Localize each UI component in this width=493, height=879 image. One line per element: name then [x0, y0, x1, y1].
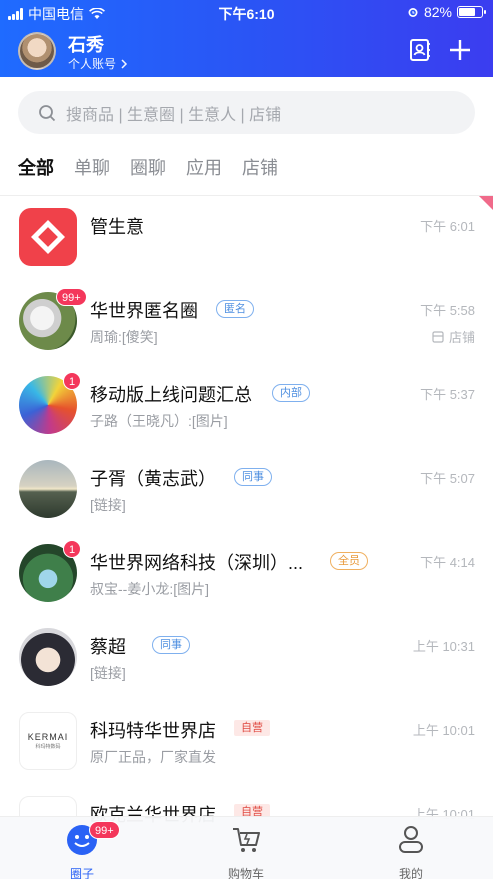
- search-bar[interactable]: 搜商品 | 生意圈 | 生意人 | 店铺: [18, 91, 475, 134]
- store-logo-subtext: 科玛特数码: [35, 744, 61, 750]
- alarm-icon: [408, 8, 418, 17]
- tab-all[interactable]: 全部: [18, 154, 54, 180]
- tab-label: 我的: [398, 867, 423, 879]
- tab-stores[interactable]: 店铺: [242, 154, 278, 180]
- item-time: 下午 5:58: [420, 303, 475, 318]
- item-time: 下午 4:14: [420, 555, 475, 570]
- list-item[interactable]: 子胥（黄志武） 同事 [链接] 下午 5:07: [0, 448, 493, 532]
- bottom-tab-bar: 99+ 圈子 购物车 我的: [0, 816, 493, 879]
- unread-badge: 1: [63, 372, 82, 390]
- tab-cart[interactable]: 购物车: [206, 823, 286, 879]
- item-time: 下午 5:37: [420, 387, 475, 402]
- user-avatar[interactable]: [18, 32, 56, 70]
- item-title: 科玛特华世界店: [90, 721, 216, 741]
- item-tag: 内部: [272, 384, 310, 402]
- status-bar: 中国电信 下午6:10 82%: [0, 0, 493, 24]
- list-item[interactable]: 管生意 下午 6:01: [0, 196, 493, 280]
- unread-badge: 99+: [56, 288, 87, 306]
- item-time: 上午 10:01: [412, 723, 475, 738]
- store-logo: KERMAI 科玛特数码: [19, 712, 77, 770]
- item-title: 蔡超: [90, 637, 126, 657]
- tab-me[interactable]: 我的: [371, 823, 451, 879]
- list-item[interactable]: 蔡超 同事 [链接] 上午 10:31: [0, 616, 493, 700]
- item-tag: 匿名: [216, 300, 254, 318]
- store-icon: [432, 330, 444, 343]
- search-placeholder: 搜商品 | 生意圈 | 生意人 | 店铺: [66, 106, 282, 124]
- tab-label: 购物车: [227, 867, 264, 879]
- account-label: 个人账号: [68, 57, 117, 71]
- list-item[interactable]: 1 华世界网络科技（深圳）... 全员 叔宝--姜小龙:[图片] 下午 4:14: [0, 532, 493, 616]
- contact-avatar: [19, 628, 77, 686]
- store-label: 店铺: [448, 330, 475, 345]
- contact-avatar: [19, 460, 77, 518]
- item-title: 华世界网络科技（深圳）...: [90, 553, 304, 573]
- item-time: 下午 5:07: [420, 471, 475, 486]
- item-preview: [链接]: [90, 665, 126, 681]
- cart-icon: [233, 828, 260, 852]
- item-preview: 原厂正品，厂家直发: [90, 749, 216, 765]
- user-name[interactable]: 石秀: [68, 31, 104, 57]
- list-item[interactable]: 1 移动版上线问题汇总 内部 子路（王晓凡）:[图片] 下午 5:37: [0, 364, 493, 448]
- search-icon: [39, 104, 56, 121]
- item-time: 上午 10:31: [412, 639, 475, 654]
- item-title: 管生意: [90, 217, 144, 237]
- item-preview: 子路（王晓凡）:[图片]: [90, 413, 228, 429]
- item-title: 华世界匿名圈: [90, 301, 198, 321]
- list-item[interactable]: 99+ 华世界匿名圈 匿名 周瑜:[傻笑] 下午 5:58 店铺: [0, 280, 493, 364]
- battery-percent: 82%: [423, 4, 452, 20]
- list-item[interactable]: KERMAI 科玛特数码 科玛特华世界店 自营 原厂正品，厂家直发 上午 10:…: [0, 700, 493, 784]
- item-tag: 全员: [330, 552, 368, 570]
- item-preview: [链接]: [90, 497, 126, 513]
- tab-circle[interactable]: 99+ 圈子: [42, 821, 122, 879]
- item-title: 子胥（黄志武）: [90, 469, 216, 489]
- tab-group-chat[interactable]: 圈聊: [130, 154, 166, 180]
- tab-single-chat[interactable]: 单聊: [74, 154, 110, 180]
- battery-fill: [459, 8, 476, 16]
- item-preview: 周瑜:[傻笑]: [90, 329, 158, 345]
- tab-label: 圈子: [69, 867, 94, 879]
- plus-icon[interactable]: [448, 38, 472, 62]
- profile-icon: [399, 826, 423, 853]
- chevron-right-icon: [121, 58, 128, 69]
- tab-apps[interactable]: 应用: [186, 154, 222, 180]
- guan-shengyi-app-icon: [19, 208, 77, 266]
- item-title: 移动版上线问题汇总: [90, 385, 252, 405]
- store-logo-text: KERMAI: [27, 732, 69, 742]
- store-link[interactable]: 店铺: [432, 327, 475, 346]
- app-header: 中国电信 下午6:10 82% 石秀 个人账号: [0, 0, 493, 77]
- contacts-icon[interactable]: [408, 38, 432, 62]
- tab-badge: 99+: [89, 821, 120, 839]
- item-tag: 同事: [234, 468, 272, 486]
- filter-tabs: 全部 单聊 圈聊 应用 店铺: [18, 154, 278, 180]
- unread-badge: 1: [63, 540, 82, 558]
- battery-icon: [457, 6, 486, 18]
- account-switcher[interactable]: 个人账号: [68, 55, 128, 72]
- item-preview: 叔宝--姜小龙:[图片]: [90, 581, 209, 597]
- item-time: 下午 6:01: [420, 219, 475, 234]
- item-tag: 自营: [234, 720, 270, 736]
- item-tag: 同事: [152, 636, 190, 654]
